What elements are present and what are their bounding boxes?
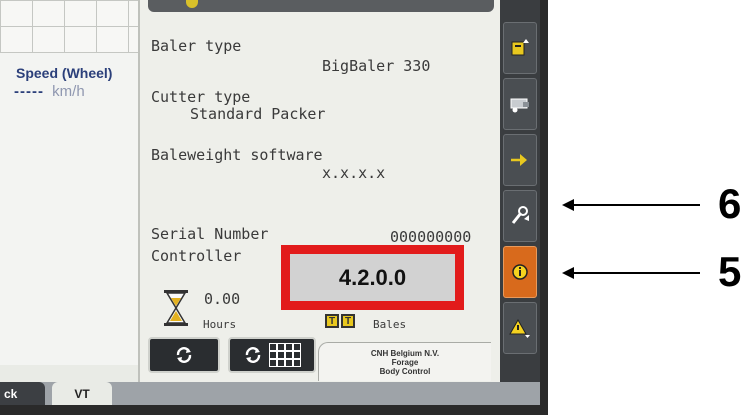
serial-number-label: Serial Number (151, 225, 269, 243)
softkey-tools[interactable] (503, 190, 537, 242)
cutter-type-label: Cutter type (151, 88, 251, 106)
info-icon (512, 264, 528, 280)
settings-arrow-icon (511, 154, 527, 166)
hours-label: Hours (203, 318, 237, 331)
tools-icon (511, 206, 529, 224)
annotation-arrow-5 (562, 267, 700, 279)
warning-icon (509, 318, 530, 338)
product-line: Forage (391, 357, 419, 367)
baler-type-label: Baler type (151, 37, 242, 55)
left-panel: Speed (Wheel) ----- km/h (0, 0, 138, 365)
hours-value: 0.00 (204, 290, 241, 308)
speed-value: ----- (14, 83, 44, 100)
annotation-label-6: 6 (718, 180, 742, 227)
baleweight-value: x.x.x.x (322, 164, 386, 182)
serial-number-value: 000000000 (390, 228, 472, 246)
bales-label: Bales (373, 318, 407, 331)
grid-icon (269, 343, 301, 367)
softkey-warning[interactable] (503, 302, 537, 354)
annotation-label-5: 5 (718, 248, 742, 295)
top-strip (148, 0, 494, 12)
tab-vt[interactable]: VT (52, 382, 112, 405)
controller-version-highlight: 4.2.0.0 (281, 245, 464, 310)
cutter-type-value: Standard Packer (190, 105, 326, 123)
grid-area (0, 0, 138, 53)
hourglass-icon (164, 290, 188, 326)
softkey-settings[interactable] (503, 134, 537, 186)
refresh-button[interactable] (148, 337, 220, 373)
speed-unit: km/h (52, 83, 85, 100)
reset-counters-button[interactable] (228, 337, 316, 373)
softkey-info[interactable] (503, 246, 537, 298)
refresh-icon (245, 347, 261, 363)
info-panel (138, 0, 502, 382)
softkey-page-up[interactable] (503, 22, 537, 74)
bale-icon: T (325, 314, 339, 328)
manufacturer-info: CNH Belgium N.V. Forage Body Control (318, 342, 491, 381)
softkey-column (500, 0, 540, 382)
baler-icon (510, 98, 529, 113)
controller-version-value: 4.2.0.0 (290, 254, 455, 301)
controller-label: Controller (151, 247, 242, 265)
bale-icon: T (341, 314, 355, 328)
vt-screen: Speed (Wheel) ----- km/h Baler type BigB… (0, 0, 540, 405)
page-up-icon (511, 39, 529, 56)
annotation-arrow-6 (562, 199, 700, 211)
tab-bar: ck VT (0, 382, 540, 405)
speed-label: Speed (Wheel) (16, 65, 113, 81)
terminal-bezel: Speed (Wheel) ----- km/h Baler type BigB… (0, 0, 548, 415)
module-name: Body Control (379, 366, 431, 376)
baleweight-label: Baleweight software (151, 146, 323, 164)
company-name: CNH Belgium N.V. (370, 348, 440, 358)
status-dot-icon (186, 0, 198, 8)
tab-back[interactable]: ck (0, 382, 45, 405)
refresh-icon (176, 347, 192, 363)
speed-readout: ----- km/h (14, 83, 85, 100)
softkey-baler[interactable] (503, 78, 537, 130)
bale-counter-icons: T T (325, 314, 355, 328)
baler-type-value: BigBaler 330 (322, 57, 431, 75)
